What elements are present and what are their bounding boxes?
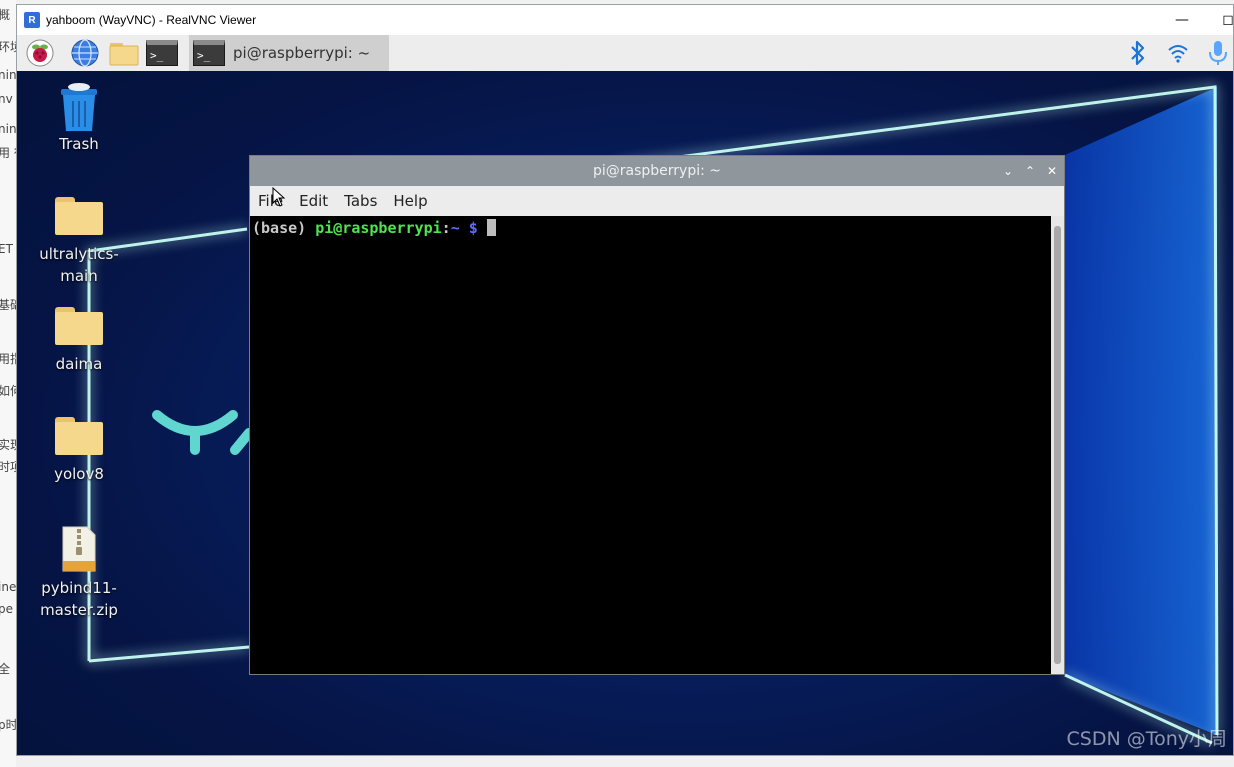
menu-tabs[interactable]: Tabs	[344, 192, 377, 210]
minimize-window-icon[interactable]: ⌄	[1000, 163, 1016, 179]
background-text-fragment: ET	[0, 242, 13, 256]
background-text-fragment: ine	[0, 580, 16, 594]
terminal-launcher-icon[interactable]: >_	[145, 38, 179, 68]
vnc-window-title: yahboom (WayVNC) - RealVNC Viewer	[46, 13, 257, 27]
desktop-icon-daima[interactable]: daima	[34, 307, 124, 375]
folder-icon	[55, 197, 103, 235]
terminal-window[interactable]: pi@raspberrypi: ~ ⌄ ⌃ ✕ File Edit Tabs H…	[249, 155, 1065, 675]
folder-icon	[55, 417, 103, 455]
background-text-fragment: 用指	[0, 352, 16, 366]
desktop-icon-yolov8[interactable]: yolov8	[34, 417, 124, 485]
trash-icon	[61, 83, 97, 131]
background-text-fragment: 概	[0, 8, 11, 22]
vnc-titlebar[interactable]: R yahboom (WayVNC) - RealVNC Viewer — ◻	[17, 5, 1233, 35]
close-window-icon[interactable]: ✕	[1044, 163, 1060, 179]
background-text-fragment: 用 征	[0, 146, 16, 160]
taskbar-panel: >_ >_ pi@raspberrypi: ~	[17, 35, 1233, 71]
remote-desktop[interactable]: >_ >_ pi@raspberrypi: ~ Trash ultralytic…	[17, 35, 1233, 755]
background-text-fragment: 全	[0, 662, 11, 676]
mouse-pointer-icon	[272, 187, 286, 207]
desktop-icon-label: yolov8	[54, 465, 104, 483]
wifi-icon[interactable]	[1165, 38, 1191, 68]
terminal-titlebar[interactable]: pi@raspberrypi: ~ ⌄ ⌃ ✕	[250, 156, 1064, 186]
taskbar-item-terminal[interactable]: >_ pi@raspberrypi: ~	[189, 35, 389, 71]
background-app-strip: 概环境 nin nv nin 用 征 ET 基础用指如何实现时项 ine pe 全 p时	[0, 0, 16, 767]
browser-globe-icon[interactable]	[69, 38, 101, 68]
taskbar-item-label: pi@raspberrypi: ~	[233, 44, 371, 62]
prompt-colon: :	[441, 219, 451, 237]
background-text-fragment: pe	[0, 602, 13, 616]
terminal-scrollbar[interactable]	[1051, 216, 1064, 674]
prompt-path: ~	[450, 219, 460, 237]
desktop-icon-label: pybind11-master.zip	[40, 579, 118, 619]
terminal-title: pi@raspberrypi: ~	[592, 163, 722, 179]
desktop-icon-pybind11-zip[interactable]: pybind11-master.zip	[34, 525, 124, 621]
terminal-icon: >_	[193, 40, 225, 66]
prompt-symbol: $	[468, 219, 478, 237]
background-text-fragment: 环境	[0, 40, 16, 54]
terminal-menubar: File Edit Tabs Help	[250, 186, 1064, 216]
background-text-fragment: 基础	[0, 298, 16, 312]
text-cursor	[486, 219, 496, 236]
zip-archive-icon	[62, 526, 96, 572]
maximize-button[interactable]: ◻	[1205, 5, 1233, 35]
menu-help[interactable]: Help	[393, 192, 427, 210]
csdn-watermark: CSDN @Tony小周	[1066, 728, 1228, 750]
vnc-viewer-window: R yahboom (WayVNC) - RealVNC Viewer — ◻	[16, 4, 1234, 756]
desktop-icon-ultralytics-main[interactable]: ultralytics-main	[34, 197, 124, 287]
prompt-env: (base)	[252, 219, 307, 237]
desktop-icon-label: Trash	[59, 135, 99, 153]
background-text-fragment: nin	[0, 122, 16, 136]
microphone-icon[interactable]	[1205, 38, 1231, 68]
background-text-fragment: 如何	[0, 384, 16, 398]
prompt-userhost: pi@raspberrypi	[315, 219, 442, 237]
file-manager-icon[interactable]	[107, 38, 141, 68]
maximize-window-icon[interactable]: ⌃	[1022, 163, 1038, 179]
bluetooth-icon[interactable]	[1127, 38, 1149, 68]
background-text-fragment: 实现	[0, 438, 16, 452]
raspberry-menu-icon[interactable]	[25, 38, 55, 68]
scrollbar-thumb[interactable]	[1054, 226, 1061, 664]
desktop-icon-trash[interactable]: Trash	[34, 81, 124, 155]
background-text-fragment: nv	[0, 92, 13, 106]
desktop-icon-label: ultralytics-main	[39, 245, 119, 285]
terminal-output[interactable]: (base) pi@raspberrypi:~ $	[250, 216, 1051, 674]
background-text-fragment: 时项	[0, 460, 16, 474]
background-text-fragment: p时	[0, 718, 16, 732]
desktop-icon-label: daima	[55, 355, 103, 373]
realvnc-logo-icon: R	[24, 12, 40, 28]
menu-edit[interactable]: Edit	[299, 192, 328, 210]
background-text-fragment: nin	[0, 68, 16, 82]
minimize-button[interactable]: —	[1159, 5, 1205, 35]
folder-icon	[55, 307, 103, 345]
